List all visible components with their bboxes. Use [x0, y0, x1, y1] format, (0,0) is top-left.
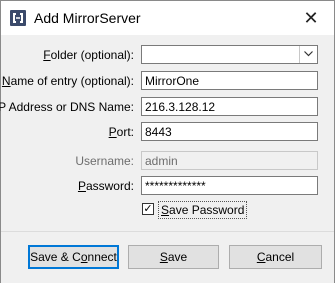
window-title: Add MirrorServer	[34, 10, 141, 26]
password-label: Password:	[78, 179, 134, 193]
password-input[interactable]	[141, 176, 318, 195]
password-label-rest: assword:	[85, 179, 134, 193]
folder-label-rest: older (optional):	[50, 48, 134, 62]
save-password-checkbox[interactable]: ✓	[142, 203, 154, 215]
name-label: Name of entry (optional):	[2, 74, 134, 88]
save-password-label[interactable]: Save Password	[158, 201, 248, 219]
folder-label: Folder (optional):	[43, 48, 134, 62]
chevron-down-icon[interactable]	[299, 46, 317, 63]
save-button[interactable]: Save	[128, 245, 219, 269]
cancel-button[interactable]: Cancel	[229, 245, 322, 269]
port-label-mnemonic: P	[108, 125, 117, 139]
name-label-rest: ame of entry (optional):	[10, 74, 134, 88]
name-input[interactable]	[141, 71, 318, 90]
folder-label-mnemonic: F	[43, 48, 51, 62]
dialog-window: Add MirrorServer ✕ Folder (optional): Na…	[0, 0, 335, 283]
name-label-mnemonic: N	[1, 74, 11, 88]
cancel-label: Cancel	[256, 250, 295, 264]
close-button[interactable]: ✕	[301, 9, 321, 27]
address-label-rest: P Address or DNS Name:	[0, 100, 134, 114]
save-and-connect-button[interactable]: Save & Connect	[28, 245, 119, 269]
mirror-server-icon	[10, 10, 26, 26]
folder-combobox[interactable]	[141, 45, 318, 64]
save-password-label-rest: ave Password	[169, 203, 245, 217]
port-input[interactable]	[141, 122, 318, 141]
port-label-rest: ort:	[116, 125, 134, 139]
address-label: IP Address or DNS Name:	[0, 100, 134, 114]
password-label-mnemonic: P	[77, 179, 86, 193]
username-label: Username:	[75, 154, 134, 168]
title-bar: Add MirrorServer ✕	[1, 1, 334, 35]
save-and-connect-label: Save & Connect	[30, 250, 117, 264]
username-input	[141, 151, 318, 170]
save-password-mnemonic: S	[161, 203, 170, 217]
port-label: Port:	[109, 125, 134, 139]
address-input[interactable]	[141, 97, 318, 116]
save-label: Save	[159, 250, 188, 264]
